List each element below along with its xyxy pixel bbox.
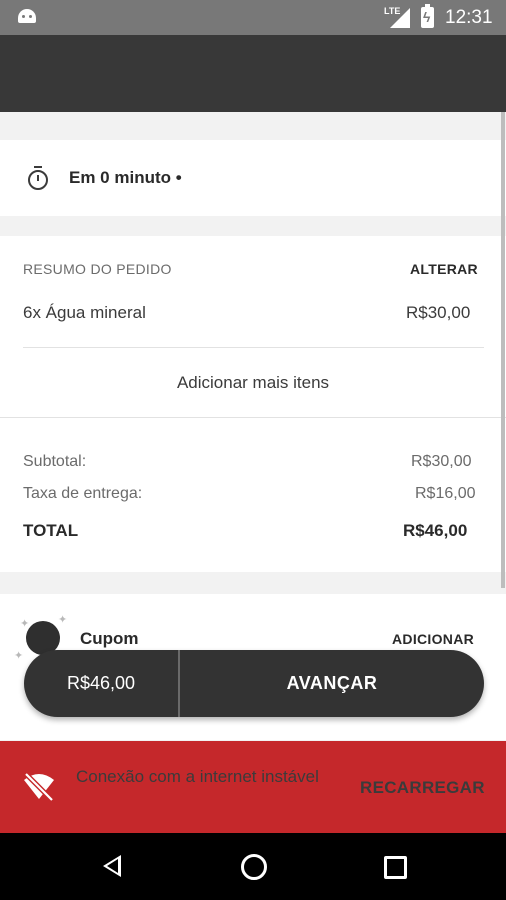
nav-recent-icon[interactable]: [384, 856, 407, 879]
signal-icon: [390, 8, 410, 28]
checkout-total: R$46,00: [66, 673, 136, 693]
status-bar: LTE 12:31: [0, 0, 506, 35]
sparkle-icon: ✦: [14, 650, 24, 662]
status-clock: 12:31: [445, 7, 493, 28]
add-coupon-button[interactable]: ADICIONAR: [392, 631, 474, 647]
delivery-fee-label: Taxa de entrega:: [23, 485, 143, 502]
android-notification-icon: [18, 9, 36, 23]
change-order-button[interactable]: ALTERAR: [410, 261, 478, 277]
add-more-items-button[interactable]: Adicionar mais itens: [0, 373, 506, 393]
divider: [0, 417, 506, 418]
sparkle-icon: ✦: [58, 614, 68, 626]
battery-icon: [421, 4, 434, 28]
order-item-description: 6x Água mineral: [23, 303, 146, 322]
total-label: TOTAL: [23, 521, 79, 540]
scrollbar[interactable]: [501, 112, 505, 588]
connection-warning-message: Conexão com a internet instável: [76, 767, 319, 786]
app-bar: [0, 35, 506, 112]
subtotal-value: R$30,00: [411, 453, 472, 470]
reload-button[interactable]: RECARREGAR: [360, 778, 485, 798]
summary-heading: RESUMO DO PEDIDO: [23, 261, 172, 277]
order-item-price: R$30,00: [406, 303, 471, 322]
delivery-eta: Em 0 minuto •: [69, 168, 182, 187]
nav-back-icon[interactable]: [103, 855, 121, 877]
nav-home-icon[interactable]: [241, 854, 267, 880]
checkout-bar: R$46,00 AVANÇAR: [24, 650, 484, 717]
delivery-fee-value: R$16,00: [415, 485, 476, 502]
wifi-off-icon: [24, 772, 54, 801]
total-value: R$46,00: [403, 521, 468, 540]
stopwatch-icon: [28, 166, 48, 190]
advance-button[interactable]: AVANÇAR: [180, 650, 484, 717]
coupon-label: Cupom: [80, 629, 139, 648]
subtotal-label: Subtotal:: [23, 453, 87, 470]
divider: [23, 347, 484, 348]
